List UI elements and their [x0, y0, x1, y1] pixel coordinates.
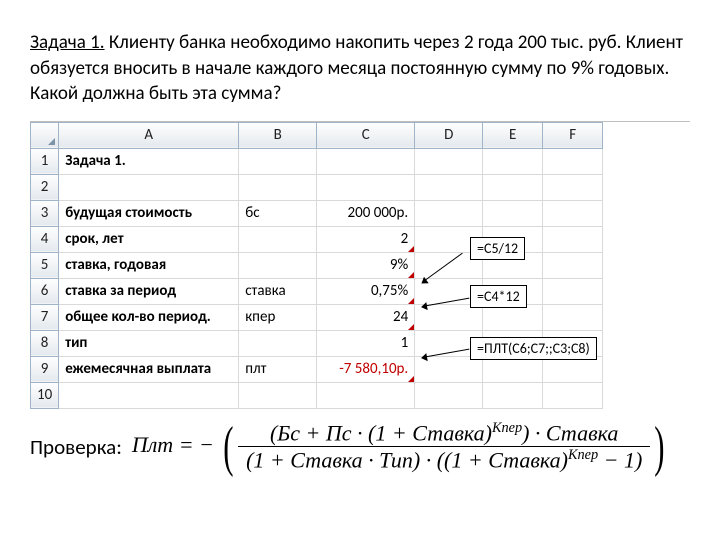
col-header-D[interactable]: D: [415, 122, 483, 148]
cell[interactable]: срок, лет: [59, 226, 239, 252]
cell[interactable]: [317, 148, 415, 174]
cell[interactable]: 9%: [317, 252, 415, 278]
cell[interactable]: 0,75%: [317, 278, 415, 304]
row-header[interactable]: 2: [31, 174, 59, 200]
cell[interactable]: [483, 200, 543, 226]
select-all-corner[interactable]: [31, 122, 59, 148]
cell[interactable]: 2: [317, 226, 415, 252]
cell[interactable]: [415, 382, 483, 408]
formula-callout-c7: =C4*12: [470, 285, 527, 308]
row-header[interactable]: 3: [31, 200, 59, 226]
formula-callout-c6: =C5/12: [470, 237, 525, 260]
cell[interactable]: общее кол-во период.: [59, 304, 239, 330]
row-header[interactable]: 10: [31, 382, 59, 408]
check-label: Проверка:: [30, 434, 122, 460]
cell[interactable]: [543, 304, 603, 330]
cell[interactable]: [59, 174, 239, 200]
cell[interactable]: [483, 382, 543, 408]
cell[interactable]: [239, 174, 317, 200]
cell[interactable]: [543, 278, 603, 304]
cell[interactable]: ежемесячная выплата: [59, 356, 239, 382]
check-formula: Проверка: Плт = − ( (Бс + Пс · (1 + Став…: [30, 419, 690, 475]
cell[interactable]: [415, 200, 483, 226]
cell[interactable]: [543, 148, 603, 174]
formula-eq: = −: [173, 432, 219, 457]
cell[interactable]: [543, 382, 603, 408]
cell[interactable]: [59, 382, 239, 408]
cell[interactable]: [543, 356, 603, 382]
cell[interactable]: [415, 148, 483, 174]
formula-denominator: (1 + Ставка · Тип) · ((1 + Ставка)Кпер −…: [238, 447, 650, 473]
cell[interactable]: [543, 174, 603, 200]
row-header[interactable]: 8: [31, 330, 59, 356]
cell[interactable]: [239, 148, 317, 174]
row-header[interactable]: 1: [31, 148, 59, 174]
cell[interactable]: кпер: [239, 304, 317, 330]
cell[interactable]: ставка за период: [59, 278, 239, 304]
cell[interactable]: [317, 174, 415, 200]
formula-numerator: (Бс + Пс · (1 + Ставка)Кпер) · Ставка: [238, 420, 650, 447]
cell[interactable]: 200 000р.: [317, 200, 415, 226]
cell[interactable]: ставка: [239, 278, 317, 304]
cell[interactable]: 1: [317, 330, 415, 356]
cell[interactable]: [239, 226, 317, 252]
cell[interactable]: [483, 148, 543, 174]
task-label: Задача 1.: [30, 31, 105, 54]
cell[interactable]: будущая стоимость: [59, 200, 239, 226]
cell[interactable]: [317, 382, 415, 408]
cell[interactable]: [239, 252, 317, 278]
cell[interactable]: [483, 174, 543, 200]
cell[interactable]: [239, 330, 317, 356]
col-header-F[interactable]: F: [543, 122, 603, 148]
task-text: Задача 1. Клиенту банка необходимо накоп…: [30, 30, 690, 107]
task-body: Клиенту банка необходимо накопить через …: [30, 31, 683, 105]
spreadsheet: A B C D E F 1Задача 1.23будущая стоимост…: [30, 121, 690, 409]
cell[interactable]: [543, 200, 603, 226]
cell[interactable]: [415, 174, 483, 200]
cell[interactable]: 24: [317, 304, 415, 330]
cell[interactable]: [483, 356, 543, 382]
grid: A B C D E F 1Задача 1.23будущая стоимост…: [30, 122, 603, 409]
cell[interactable]: [543, 252, 603, 278]
formula-callout-c9: =ПЛТ(C6;C7;;C3;C8): [470, 337, 597, 360]
cell[interactable]: -7 580,10р.: [317, 356, 415, 382]
row-header[interactable]: 4: [31, 226, 59, 252]
cell[interactable]: бс: [239, 200, 317, 226]
cell[interactable]: [483, 304, 543, 330]
col-header-C[interactable]: C: [317, 122, 415, 148]
row-header[interactable]: 7: [31, 304, 59, 330]
col-header-B[interactable]: B: [239, 122, 317, 148]
cell[interactable]: плт: [239, 356, 317, 382]
cell[interactable]: тип: [59, 330, 239, 356]
col-header-E[interactable]: E: [483, 122, 543, 148]
cell[interactable]: ставка, годовая: [59, 252, 239, 278]
formula-lhs: Плт: [132, 432, 173, 457]
row-header[interactable]: 6: [31, 278, 59, 304]
row-header[interactable]: 5: [31, 252, 59, 278]
row-header[interactable]: 9: [31, 356, 59, 382]
col-header-A[interactable]: A: [59, 122, 239, 148]
cell[interactable]: [239, 382, 317, 408]
cell[interactable]: Задача 1.: [59, 148, 239, 174]
cell[interactable]: [543, 226, 603, 252]
